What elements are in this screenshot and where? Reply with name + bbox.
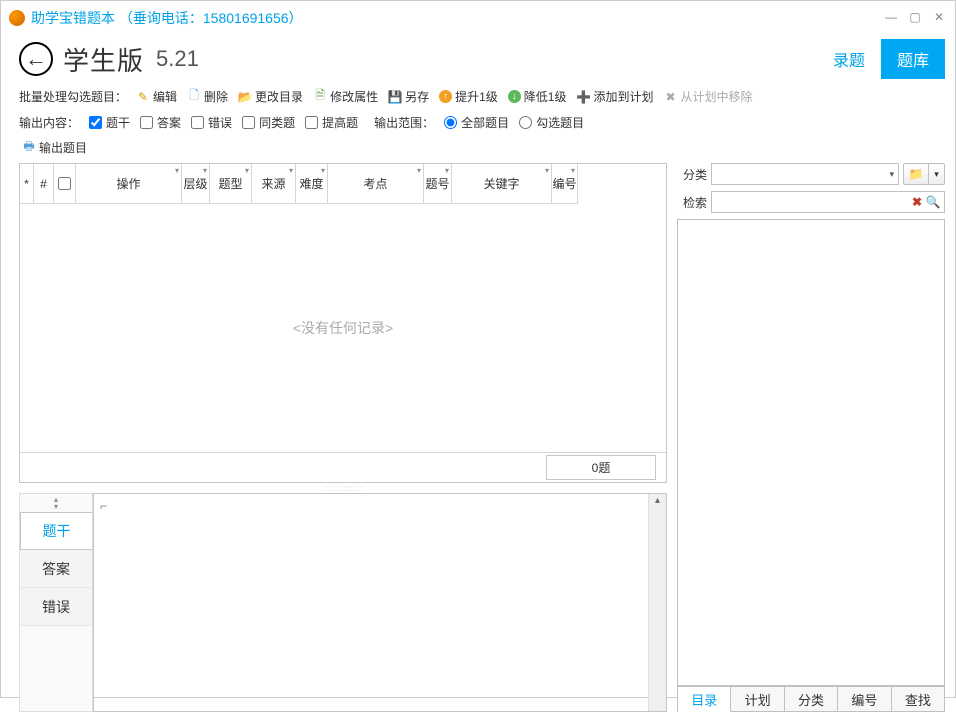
window-title: 助学宝错题本 （垂询电话：15801691656） [31, 8, 303, 28]
nav-bank[interactable]: 题库 [881, 39, 945, 79]
back-button[interactable]: ← [19, 42, 53, 76]
col-index[interactable]: 编号▾ [552, 164, 578, 204]
chevron-down-icon: ▾ [889, 169, 894, 180]
col-hash[interactable]: # [34, 164, 54, 204]
tab-answer[interactable]: 答案 [20, 550, 92, 588]
properties-icon: 🗎 [313, 90, 327, 104]
app-icon [9, 10, 25, 26]
editor-scrollbar[interactable]: ▴ [648, 494, 666, 711]
maximize-button[interactable]: ▢ [905, 9, 925, 25]
remove-plan-icon: ✖ [663, 90, 677, 104]
pencil-icon: ✎ [136, 90, 150, 104]
rtab-plan[interactable]: 计划 [731, 687, 784, 711]
edit-button[interactable]: ✎编辑 [133, 87, 180, 106]
category-dropdown-button[interactable]: ▾ [929, 163, 945, 185]
modify-prop-button[interactable]: 🗎修改属性 [310, 87, 381, 106]
rtab-category[interactable]: 分类 [785, 687, 838, 711]
close-button[interactable]: ✕ [929, 9, 949, 25]
filter-error[interactable]: 错误 [191, 114, 232, 131]
filter-improve[interactable]: 提高题 [305, 114, 358, 131]
col-checkbox[interactable] [54, 164, 76, 204]
rtab-find[interactable]: 查找 [892, 687, 944, 711]
change-dir-button[interactable]: 📂更改目录 [235, 87, 306, 106]
table-empty-text: <没有任何记录> [20, 204, 666, 452]
filter-row: 输出内容： 题干 答案 错误 同类题 提高题 输出范围： 全部题目 勾选题目 [1, 110, 955, 135]
question-table: * # 操作▾ 层级▾ 题型▾ 来源▾ 难度▾ 考点▾ 题号▾ 关键字▾ 编号▾… [19, 163, 667, 483]
col-operation[interactable]: 操作▾ [76, 164, 182, 204]
titlebar: 助学宝错题本 （垂询电话：15801691656） — ▢ ✕ [1, 1, 955, 35]
save-icon: 💾 [388, 90, 402, 104]
filter-answer[interactable]: 答案 [140, 114, 181, 131]
category-combo[interactable]: ▾ [711, 163, 899, 185]
delete-icon: 🗋 [187, 90, 201, 104]
select-all-checkbox[interactable] [58, 177, 71, 190]
add-to-plan-button[interactable]: ➕添加到计划 [573, 87, 656, 106]
tab-scroll-up[interactable]: ▴▾ [20, 494, 92, 512]
search-input[interactable] [715, 195, 909, 209]
folder-pencil-icon: 📁 [909, 167, 923, 181]
save-as-button[interactable]: 💾另存 [385, 87, 432, 106]
content-editor[interactable]: ⌐ ▴ [93, 493, 667, 712]
chevron-down-icon: ▾ [934, 169, 939, 180]
range-all[interactable]: 全部题目 [444, 114, 509, 131]
arrow-down-icon: ↓ [508, 90, 521, 103]
filter-stem[interactable]: 题干 [89, 114, 130, 131]
export-button[interactable]: 🖶输出题目 [19, 138, 90, 157]
batch-label: 批量处理勾选题目： [19, 88, 127, 105]
minimize-button[interactable]: — [881, 9, 901, 25]
col-difficulty[interactable]: 难度▾ [296, 164, 328, 204]
directory-tree[interactable] [677, 219, 945, 686]
nav-enter[interactable]: 录题 [817, 39, 881, 79]
col-point[interactable]: 考点▾ [328, 164, 424, 204]
arrow-up-icon: ↑ [439, 90, 452, 103]
app-name: 学生版 [63, 41, 144, 78]
editor-body[interactable]: ⌐ [94, 494, 648, 711]
question-count: 0题 [546, 455, 656, 480]
promote-button[interactable]: ↑提升1级 [436, 87, 501, 106]
col-source[interactable]: 来源▾ [252, 164, 296, 204]
col-keyword[interactable]: 关键字▾ [452, 164, 552, 204]
col-level[interactable]: 层级▾ [182, 164, 210, 204]
remove-from-plan-button[interactable]: ✖从计划中移除 [660, 87, 755, 106]
col-star[interactable]: * [20, 164, 34, 204]
batch-toolbar: 批量处理勾选题目： ✎编辑 🗋删除 📂更改目录 🗎修改属性 💾另存 ↑提升1级 … [1, 83, 955, 110]
filter-similar[interactable]: 同类题 [242, 114, 295, 131]
search-icon[interactable]: 🔍 [925, 195, 941, 209]
clear-icon[interactable]: ✖ [909, 195, 925, 209]
add-plan-icon: ➕ [576, 90, 590, 104]
range-checked[interactable]: 勾选题目 [519, 114, 584, 131]
category-edit-button[interactable]: 📁 [903, 163, 929, 185]
folder-open-icon: 📂 [238, 90, 252, 104]
print-icon: 🖶 [22, 141, 36, 155]
tab-error[interactable]: 错误 [20, 588, 92, 626]
col-type[interactable]: 题型▾ [210, 164, 252, 204]
search-label: 检索 [677, 194, 707, 211]
app-version: 5.21 [156, 46, 199, 72]
col-number[interactable]: 题号▾ [424, 164, 452, 204]
rtab-directory[interactable]: 目录 [678, 687, 731, 712]
category-label: 分类 [677, 166, 707, 183]
output-range-label: 输出范围： [374, 114, 434, 131]
delete-button[interactable]: 🗋删除 [184, 87, 231, 106]
tab-stem[interactable]: 题干 [20, 512, 92, 550]
horizontal-splitter[interactable]: :::::::::::: [19, 483, 667, 493]
rtab-id[interactable]: 编号 [838, 687, 891, 711]
demote-button[interactable]: ↓降低1级 [505, 87, 570, 106]
output-content-label: 输出内容： [19, 114, 79, 131]
